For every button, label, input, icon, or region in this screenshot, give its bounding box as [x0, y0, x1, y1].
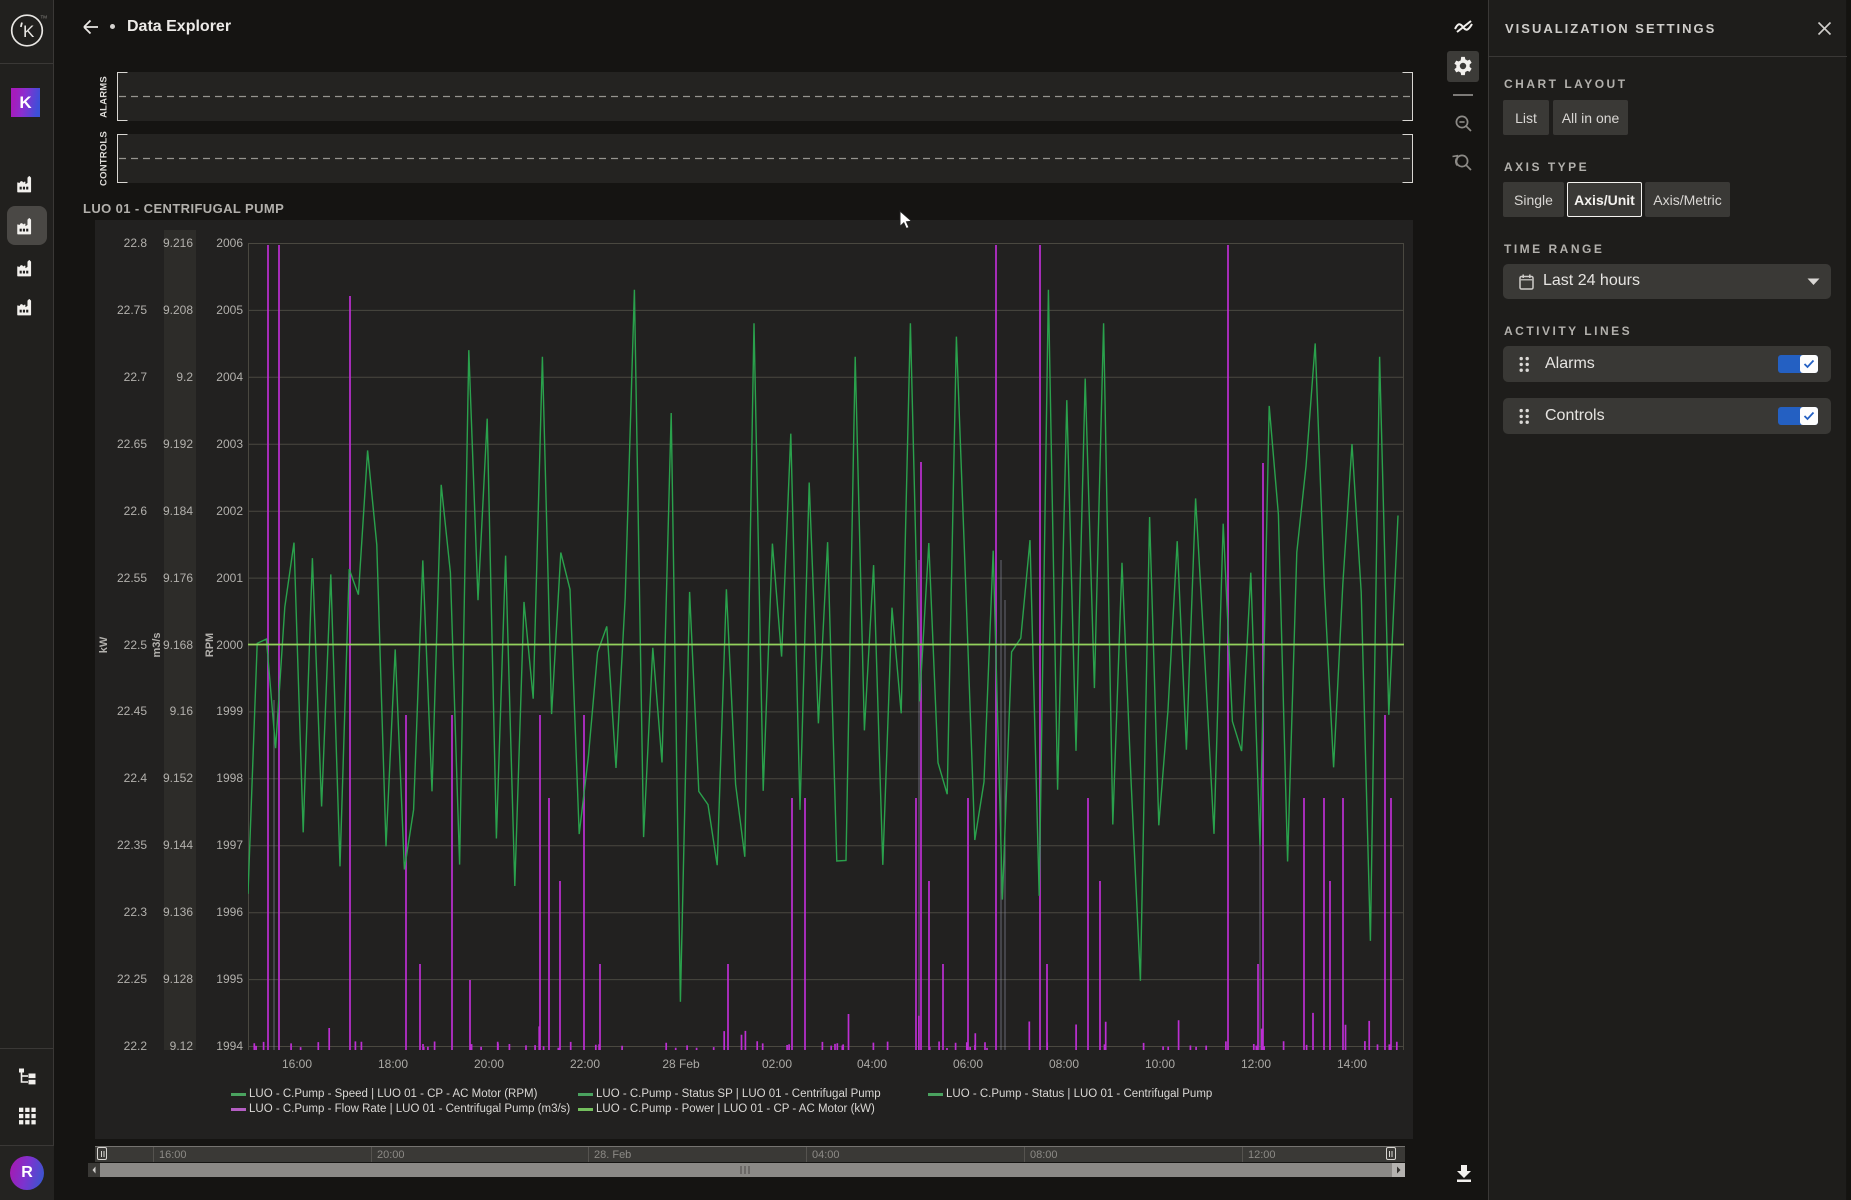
svg-text:ALARMS: ALARMS: [99, 76, 110, 118]
svg-text:RPM: RPM: [204, 633, 216, 657]
svg-text:CONTROLS: CONTROLS: [99, 131, 110, 186]
svg-text:K: K: [23, 22, 35, 41]
svg-text:kW: kW: [98, 636, 110, 653]
svg-text:m3/s: m3/s: [151, 632, 163, 657]
svg-text:TM: TM: [41, 15, 48, 20]
